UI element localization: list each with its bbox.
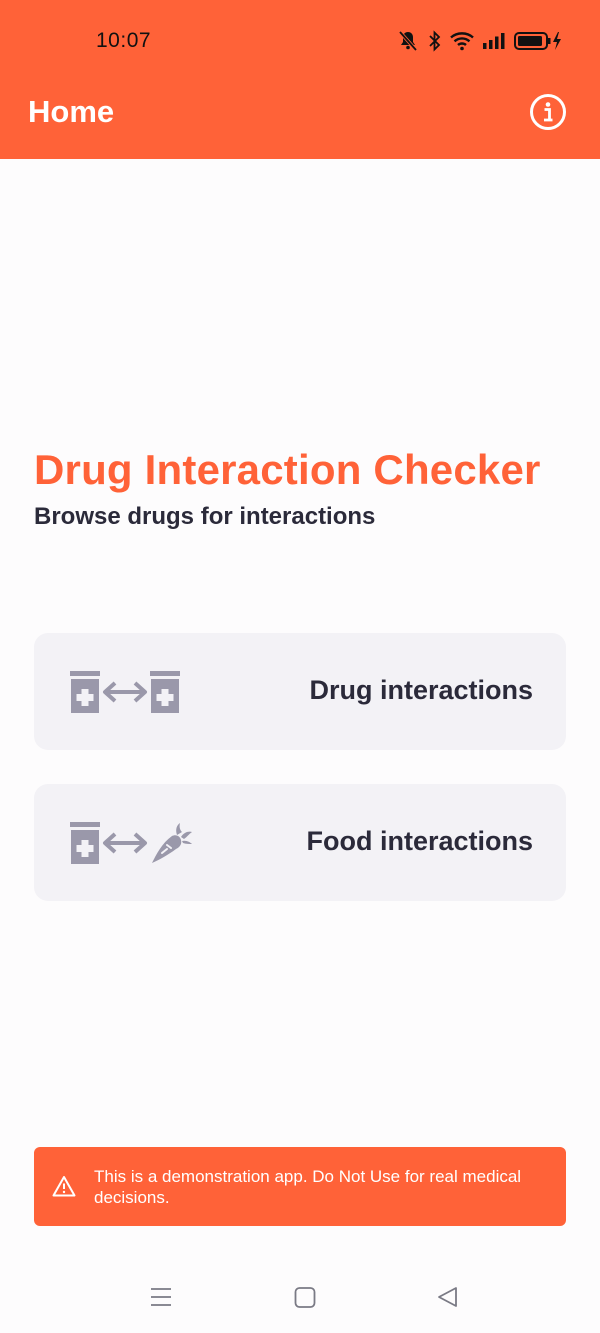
page-title: Home — [28, 94, 115, 129]
carrot-icon — [152, 823, 192, 863]
bluetooth-icon — [429, 30, 441, 52]
bell-muted-icon — [398, 30, 418, 52]
info-circle-icon — [530, 94, 566, 130]
food-interactions-label: Food interactions — [306, 826, 533, 856]
double-arrow-icon — [103, 832, 147, 854]
drug-interactions-button[interactable]: Drug interactions — [34, 633, 566, 750]
double-arrow-icon — [103, 681, 147, 703]
pill-bottle-icon — [150, 671, 180, 713]
status-time: 10:07 — [96, 29, 152, 52]
system-nav-bar — [0, 1265, 600, 1333]
demo-warning-banner: This is a demonstration app. Do Not Use … — [34, 1147, 566, 1226]
app-subheadline: Browse drugs for interactions — [34, 503, 376, 530]
drug-interactions-icons — [70, 670, 180, 714]
home-square-icon[interactable] — [294, 1286, 316, 1308]
food-interactions-button[interactable]: Food interactions — [34, 784, 566, 901]
warning-triangle-icon — [52, 1176, 76, 1197]
info-button[interactable] — [529, 93, 567, 131]
menu-icon[interactable] — [150, 1286, 172, 1308]
pill-bottle-icon — [70, 822, 100, 864]
wifi-icon — [450, 32, 474, 51]
drug-interactions-label: Drug interactions — [309, 675, 533, 705]
signal-icon — [483, 33, 505, 49]
app-header: 10:07 Home — [0, 0, 600, 159]
demo-warning-text: This is a demonstration app. Do Not Use … — [94, 1167, 522, 1207]
pill-bottle-icon — [70, 671, 100, 713]
status-icons — [396, 28, 562, 54]
back-triangle-icon[interactable] — [437, 1286, 459, 1308]
app-headline: Drug Interaction Checker — [34, 446, 541, 493]
battery-charging-icon — [514, 32, 561, 50]
food-interactions-icons — [70, 821, 194, 865]
